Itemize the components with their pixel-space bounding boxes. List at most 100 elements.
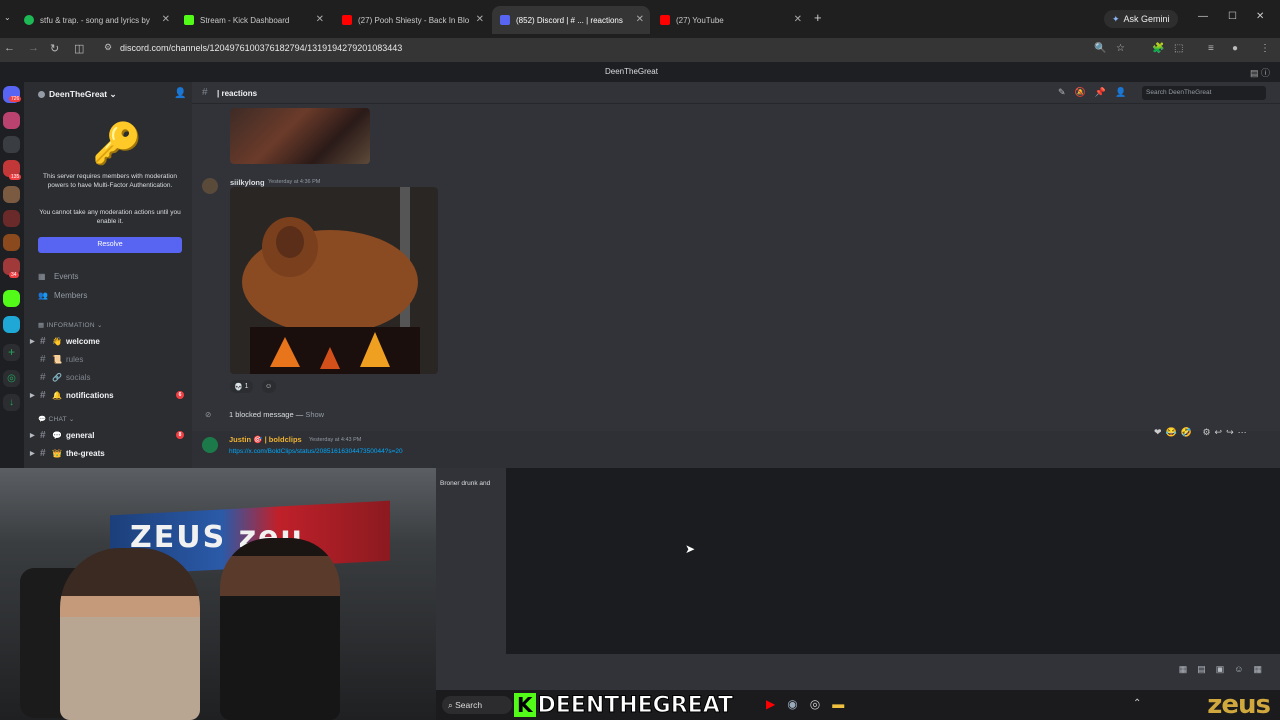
browser-tab[interactable]: Stream - Kick Dashboard ✕	[176, 6, 330, 34]
close-window-icon[interactable]: ✕	[1256, 11, 1264, 22]
image-attachment[interactable]	[230, 108, 370, 164]
caret-icon: ▶	[30, 432, 35, 439]
tab-title: (27) YouTube	[676, 15, 724, 25]
server-icon[interactable]	[3, 112, 20, 129]
channel-name: socials	[66, 372, 91, 382]
reload-icon[interactable]: ↻	[50, 42, 59, 55]
server-icon[interactable]	[3, 316, 20, 333]
sidebar-toggle-icon[interactable]: ◫	[74, 42, 84, 55]
tab-list-icon[interactable]: ⌄	[4, 13, 11, 22]
close-icon[interactable]: ✕	[636, 14, 644, 25]
maximize-icon[interactable]: ☐	[1228, 11, 1237, 22]
server-icon[interactable]	[3, 136, 20, 153]
threads-pins-icons[interactable]: ✎🔕📌👤	[1058, 87, 1135, 98]
url-field[interactable]: discord.com/channels/1204976100376182794…	[120, 43, 402, 53]
image-attachment[interactable]	[230, 187, 438, 374]
server-rail: 726 135 34 + ◎ ↓	[0, 82, 24, 468]
message-actions-toolbar[interactable]: ❤😂🤣 ⚙↩↪⋯	[1154, 427, 1251, 438]
site-info-icon[interactable]: ⚙	[104, 42, 112, 53]
browser-tab-active[interactable]: (852) Discord | # ... | reactions ✕	[492, 6, 650, 34]
events-item[interactable]: ▦ Events	[38, 272, 78, 281]
channel-name: the-greats	[66, 448, 105, 458]
stream-name-banner: K DEENTHEGREAT	[514, 692, 734, 718]
close-icon[interactable]: ✕	[476, 14, 484, 25]
avatar[interactable]	[202, 437, 218, 453]
guild-name-label: DeenTheGreat	[49, 89, 108, 99]
composer-icons[interactable]: ▦▤▣☺▦	[1179, 664, 1272, 675]
taskbar-search[interactable]: ⌕ Search	[442, 696, 512, 714]
steam-icon[interactable]: ◉	[787, 697, 809, 711]
message-link[interactable]: https://x.com/BoldClips/status/208516163…	[229, 448, 403, 455]
search-input[interactable]: Search DeenTheGreat	[1142, 86, 1266, 100]
server-icon[interactable]	[3, 210, 20, 227]
show-blocked-link[interactable]: Show	[305, 410, 324, 419]
youtube-icon[interactable]: ▶	[766, 697, 787, 711]
author-name[interactable]: siilkylong	[230, 178, 265, 187]
back-icon[interactable]: ←	[4, 42, 15, 54]
channel-name: general	[66, 430, 95, 440]
hash-icon: #	[40, 447, 46, 459]
channel-notifications[interactable]: ▶ # 🔔 notifications 6	[30, 387, 186, 403]
youtube-icon	[342, 15, 352, 25]
forward-icon[interactable]: →	[28, 42, 39, 54]
system-tray-chevron-icon[interactable]: ⌃	[1133, 698, 1141, 709]
more-menu-icon[interactable]: ⋮	[1260, 43, 1270, 54]
search-label: Search	[455, 700, 483, 710]
server-icon[interactable]	[3, 186, 20, 203]
reaction-skull[interactable]: 💀 1	[230, 380, 253, 393]
new-tab-button[interactable]: +	[814, 10, 822, 25]
caret-icon: ▶	[30, 392, 35, 399]
channel-welcome[interactable]: ▶ # 👋 welcome	[30, 333, 186, 349]
screen: stfu & trap. - song and lyrics by ✕ Stre…	[0, 0, 1280, 720]
roast-image	[230, 187, 438, 374]
bookmark-star-icon[interactable]: ☆	[1116, 43, 1125, 54]
window-title: DeenTheGreat	[605, 67, 658, 76]
browser-tab[interactable]: stfu & trap. - song and lyrics by ✕	[16, 6, 176, 34]
timestamp: Yesterday at 4:36 PM	[268, 179, 321, 185]
chevron-down-icon: ⌄	[109, 89, 117, 99]
close-icon[interactable]: ✕	[162, 14, 170, 25]
download-icon[interactable]: ↓	[3, 394, 20, 411]
invite-people-icon[interactable]: 👤	[174, 88, 186, 99]
guild-name[interactable]: DeenTheGreat ⌄	[38, 89, 117, 100]
inbox-icon[interactable]: ▤ ⓘ	[1250, 66, 1270, 79]
minimize-icon[interactable]: —	[1198, 11, 1208, 22]
reaction-count: 1	[244, 383, 249, 390]
channel-rules[interactable]: # 📜 rules	[30, 351, 186, 367]
channel-general[interactable]: ▶ # 💬 general 8	[30, 427, 186, 443]
close-icon[interactable]: ✕	[316, 14, 324, 25]
category-information[interactable]: ▦ INFORMATION ⌄	[38, 321, 103, 329]
members-item[interactable]: 👥 Members	[38, 291, 87, 300]
server-icon[interactable]	[3, 234, 20, 251]
hash-icon: #	[202, 87, 208, 98]
zoom-icon[interactable]: 🔍	[1094, 43, 1106, 54]
taskbar: ⌕ Search K DEENTHEGREAT ▶◉◎▬ ⌃ zeus	[436, 690, 1280, 720]
avatar[interactable]	[202, 178, 218, 194]
taskbar-apps[interactable]: ▶◉◎▬	[766, 697, 856, 711]
close-icon[interactable]: ✕	[794, 14, 802, 25]
video-embed[interactable]	[506, 468, 1280, 654]
browser-tab[interactable]: (27) Pooh Shiesty - Back In Blo ✕	[334, 6, 490, 34]
resolve-button[interactable]: Resolve	[38, 237, 182, 253]
extension-icon[interactable]: 🧩	[1152, 43, 1164, 54]
unread-badge: 34	[9, 272, 19, 278]
kick-server-icon[interactable]	[3, 290, 20, 307]
category-chat[interactable]: 💬 CHAT ⌄	[38, 415, 75, 423]
key-icon: 🔑	[92, 122, 142, 166]
gemini-spark-icon: ✦	[1112, 13, 1120, 24]
embed-text: Broner drunk and	[440, 480, 491, 487]
media-control-icon[interactable]: ≡	[1208, 43, 1214, 54]
channel-socials[interactable]: # 🔗 socials	[30, 369, 186, 385]
channel-the-greats[interactable]: ▶ # 👑 the-greats	[30, 445, 186, 461]
ask-gemini-button[interactable]: ✦ Ask Gemini	[1104, 10, 1178, 28]
youtube-icon	[660, 15, 670, 25]
obs-icon[interactable]: ◎	[810, 697, 832, 711]
profile-icon[interactable]: ●	[1232, 43, 1238, 54]
add-reaction-button[interactable]: ☺	[262, 380, 276, 393]
browser-tab[interactable]: (27) YouTube ✕	[652, 6, 808, 34]
author-name[interactable]: Justin 🎯 | boldclips	[229, 435, 302, 444]
extensions-menu-icon[interactable]: ⬚	[1174, 43, 1183, 54]
add-server-icon[interactable]: +	[3, 344, 20, 361]
discover-icon[interactable]: ◎	[3, 370, 20, 387]
folder-icon[interactable]: ▬	[832, 697, 856, 711]
